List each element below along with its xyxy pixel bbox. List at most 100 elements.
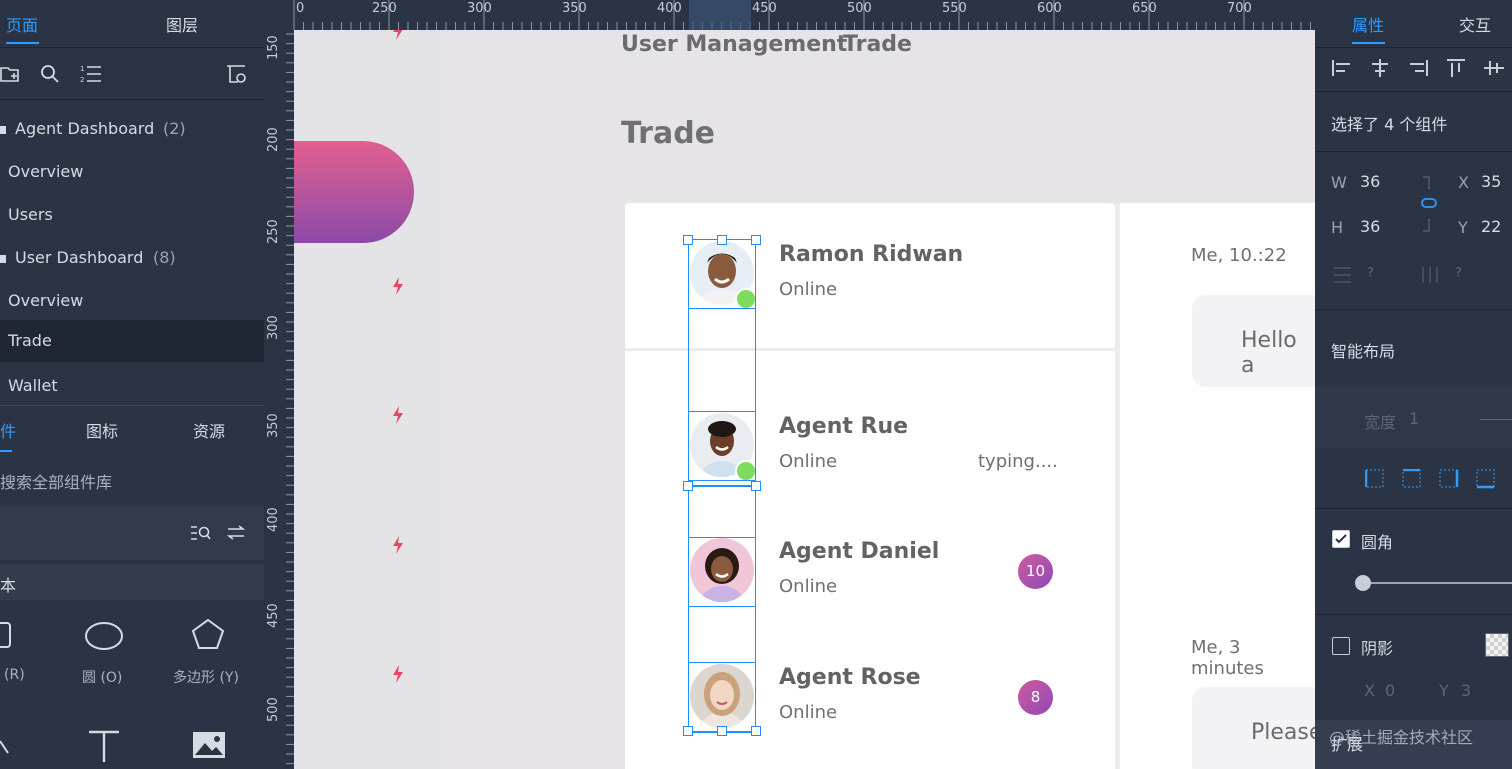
message-timestamp: Me, 3 minutes xyxy=(1191,637,1264,679)
y-field[interactable]: 22 xyxy=(1481,217,1501,236)
align-middle-icon[interactable] xyxy=(1483,58,1505,78)
category-header[interactable]: 本 xyxy=(0,564,264,600)
message-text: Hello a xyxy=(1241,328,1297,378)
rectangle-icon[interactable] xyxy=(0,620,14,650)
resize-handle[interactable] xyxy=(683,726,693,736)
line-icon[interactable] xyxy=(0,733,12,763)
spacing-horizontal-icon[interactable] xyxy=(1421,266,1441,284)
page-item-overview[interactable]: Overview xyxy=(0,280,264,322)
page-item-users[interactable]: Users xyxy=(0,194,264,236)
tab-components[interactable]: 件 xyxy=(0,418,16,442)
align-top-icon[interactable] xyxy=(1445,58,1467,78)
text-tool-icon[interactable] xyxy=(87,728,121,764)
radius-slider-track[interactable] xyxy=(1363,582,1512,584)
ruler-label: 250 xyxy=(266,219,281,244)
border-top-icon[interactable] xyxy=(1402,469,1422,489)
align-center-icon[interactable] xyxy=(1369,58,1391,78)
resize-handle[interactable] xyxy=(717,726,727,736)
search-list-icon[interactable] xyxy=(190,524,212,542)
page-item-trade[interactable]: Trade xyxy=(0,320,264,362)
watermark: @稀土掘金技术社区 xyxy=(1329,728,1474,747)
spacing-value[interactable]: ? xyxy=(1367,266,1374,281)
tab-pages[interactable]: 页面 xyxy=(6,12,38,36)
add-folder-icon[interactable] xyxy=(0,64,22,84)
ruler-label: 300 xyxy=(266,315,281,340)
swap-icon[interactable] xyxy=(226,524,246,542)
page-group-agent-dashboard[interactable]: Agent Dashboard (2) xyxy=(0,108,264,150)
x-field[interactable]: 35 xyxy=(1481,172,1501,191)
left-panel: 页面 图层 1 2 Agent Dashboard (2) Overview U… xyxy=(0,0,264,769)
page-item-wallet[interactable]: Wallet xyxy=(0,365,264,407)
agent-name: Agent Daniel xyxy=(779,539,940,564)
divider xyxy=(1315,309,1512,310)
numbered-list-icon[interactable]: 1 2 xyxy=(80,63,102,85)
svg-text:1: 1 xyxy=(80,65,84,73)
shadow-label: 阴影 xyxy=(1361,639,1394,658)
lightning-icon xyxy=(393,536,403,554)
width-setting-value[interactable]: 1 xyxy=(1409,409,1419,428)
radius-slider-thumb[interactable] xyxy=(1355,575,1371,591)
category-label: 本 xyxy=(0,576,17,595)
tab-layers[interactable]: 图层 xyxy=(166,12,198,36)
page-item-overview[interactable]: Overview xyxy=(0,151,264,193)
align-right-icon[interactable] xyxy=(1407,58,1429,78)
page-title: Trade xyxy=(621,116,716,151)
resize-handle[interactable] xyxy=(751,235,761,245)
ruler-label: 400 xyxy=(266,507,281,532)
agent-name: Agent Rose xyxy=(779,665,921,690)
image-icon[interactable] xyxy=(192,731,226,759)
link-ratio-icon[interactable] xyxy=(1419,174,1443,234)
resize-handle[interactable] xyxy=(751,726,761,736)
page-label: Users xyxy=(8,205,53,224)
smart-layout-label[interactable]: 智能布局 xyxy=(1331,338,1395,362)
width-field[interactable]: 36 xyxy=(1360,172,1380,191)
lightning-icon xyxy=(393,277,403,295)
nav-user-management[interactable]: User Management xyxy=(621,32,847,57)
resize-handle[interactable] xyxy=(683,481,693,491)
height-label: H xyxy=(1331,218,1344,237)
ruler-label: 300 xyxy=(467,1,492,16)
tab-icons[interactable]: 图标 xyxy=(86,418,118,442)
tab-properties[interactable]: 属性 xyxy=(1352,12,1384,36)
resize-handle[interactable] xyxy=(717,235,727,245)
gradient-pill-shape[interactable] xyxy=(294,141,414,243)
border-left-icon[interactable] xyxy=(1365,469,1385,489)
page-label: Overview xyxy=(8,291,84,310)
library-toolbar xyxy=(0,505,264,560)
ruler-label: 350 xyxy=(562,1,587,16)
polygon-icon[interactable] xyxy=(190,617,226,651)
vertical-ruler[interactable]: 150 200 250 300 350 400 450 500 xyxy=(264,30,294,769)
border-bottom-icon[interactable] xyxy=(1476,469,1496,489)
ruler-label: 200 xyxy=(266,127,281,152)
width-label: W xyxy=(1331,173,1347,192)
border-right-icon[interactable] xyxy=(1439,469,1459,489)
width-setting-label: 宽度 xyxy=(1364,413,1397,432)
align-left-icon[interactable] xyxy=(1331,58,1353,78)
component-search-input[interactable]: 搜索全部组件库 xyxy=(0,469,112,493)
spacing-value[interactable]: ? xyxy=(1455,266,1462,281)
page-group-label: Agent Dashboard xyxy=(15,119,155,138)
page-settings-icon[interactable] xyxy=(225,63,247,85)
y-label: Y xyxy=(1458,218,1468,237)
spacing-vertical-icon[interactable] xyxy=(1333,266,1353,284)
rounded-checkbox[interactable] xyxy=(1332,530,1350,548)
resize-handle[interactable] xyxy=(683,235,693,245)
height-field[interactable]: 36 xyxy=(1360,217,1380,236)
shadow-color-swatch[interactable] xyxy=(1485,633,1509,657)
horizontal-ruler[interactable]: 0 250 300 350 400 450 500 550 600 650 70… xyxy=(264,0,1315,30)
search-icon[interactable] xyxy=(40,64,60,84)
shadow-x-value[interactable]: 0 xyxy=(1385,681,1395,700)
page-group-user-dashboard[interactable]: User Dashboard (8) xyxy=(0,237,264,279)
shadow-checkbox[interactable] xyxy=(1332,637,1350,655)
tab-interactions[interactable]: 交互 xyxy=(1459,12,1491,36)
shadow-x-label: X xyxy=(1364,681,1375,700)
resize-handle[interactable] xyxy=(751,481,761,491)
page-count: (8) xyxy=(153,248,176,267)
nav-trade[interactable]: Trade xyxy=(843,32,912,57)
tab-assets[interactable]: 资源 xyxy=(193,418,225,442)
ellipse-icon[interactable] xyxy=(83,620,125,652)
design-canvas[interactable]: User Management Trade Trade Ramon Ridwan… xyxy=(294,30,1315,769)
active-tab-indicator xyxy=(6,42,39,44)
shadow-y-value[interactable]: 3 xyxy=(1461,681,1471,700)
divider xyxy=(0,99,264,100)
